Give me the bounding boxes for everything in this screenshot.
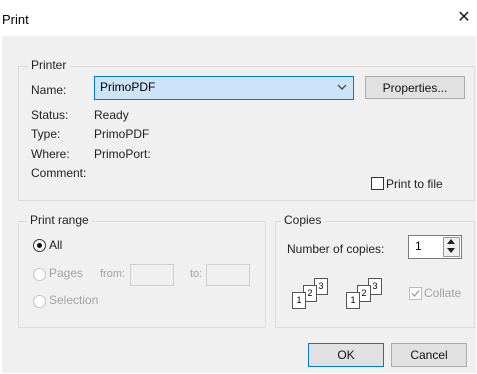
collate-page: 1: [346, 292, 360, 309]
range-all-radio[interactable]: [33, 239, 46, 252]
print-to-file-label[interactable]: Print to file: [386, 177, 443, 191]
copies-value: 1: [415, 239, 422, 253]
collate-checkbox[interactable]: [409, 287, 422, 300]
where-label: Where:: [31, 147, 70, 161]
spin-up-icon[interactable]: [447, 239, 455, 244]
comment-label: Comment:: [31, 166, 87, 180]
to-label: to:: [190, 268, 203, 280]
collate-icon: 3 2 1 3 2 1: [286, 274, 394, 316]
status-value: Ready: [94, 108, 129, 122]
printer-group-label: Printer: [28, 58, 70, 72]
printer-name-select[interactable]: PrimoPDF: [94, 76, 354, 100]
close-icon[interactable]: ✕: [455, 9, 473, 27]
range-pages-label[interactable]: Pages: [49, 266, 83, 280]
spin-buttons: [443, 237, 460, 257]
collate-label[interactable]: Collate: [424, 286, 461, 300]
radio-selected-dot: [37, 243, 42, 248]
collate-page: 1: [292, 292, 306, 309]
range-all-label[interactable]: All: [49, 238, 62, 252]
window-title: Print: [2, 12, 29, 27]
spin-down-icon[interactable]: [447, 248, 455, 253]
checkmark-icon: [411, 290, 420, 297]
from-label: from:: [100, 268, 126, 280]
printer-name-value: PrimoPDF: [100, 80, 156, 94]
ok-button[interactable]: OK: [308, 343, 384, 367]
copies-spinbox[interactable]: 1: [408, 235, 462, 259]
type-value: PrimoPDF: [94, 127, 150, 141]
range-selection-label[interactable]: Selection: [49, 293, 98, 307]
where-value: PrimoPort:: [94, 147, 151, 161]
copies-group-label: Copies: [281, 213, 325, 227]
print-to-file-checkbox[interactable]: [371, 177, 384, 190]
chevron-down-icon[interactable]: [336, 81, 348, 93]
range-pages-radio[interactable]: [33, 268, 46, 281]
number-of-copies-label: Number of copies:: [287, 242, 385, 256]
properties-button[interactable]: Properties...: [365, 76, 465, 99]
cancel-button[interactable]: Cancel: [391, 343, 467, 367]
range-selection-radio[interactable]: [33, 295, 46, 308]
type-label: Type:: [31, 127, 61, 141]
print-range-group-label: Print range: [27, 213, 92, 227]
name-label: Name:: [31, 83, 67, 97]
status-label: Status:: [31, 108, 69, 122]
from-input[interactable]: [130, 264, 174, 286]
to-input[interactable]: [206, 264, 250, 286]
